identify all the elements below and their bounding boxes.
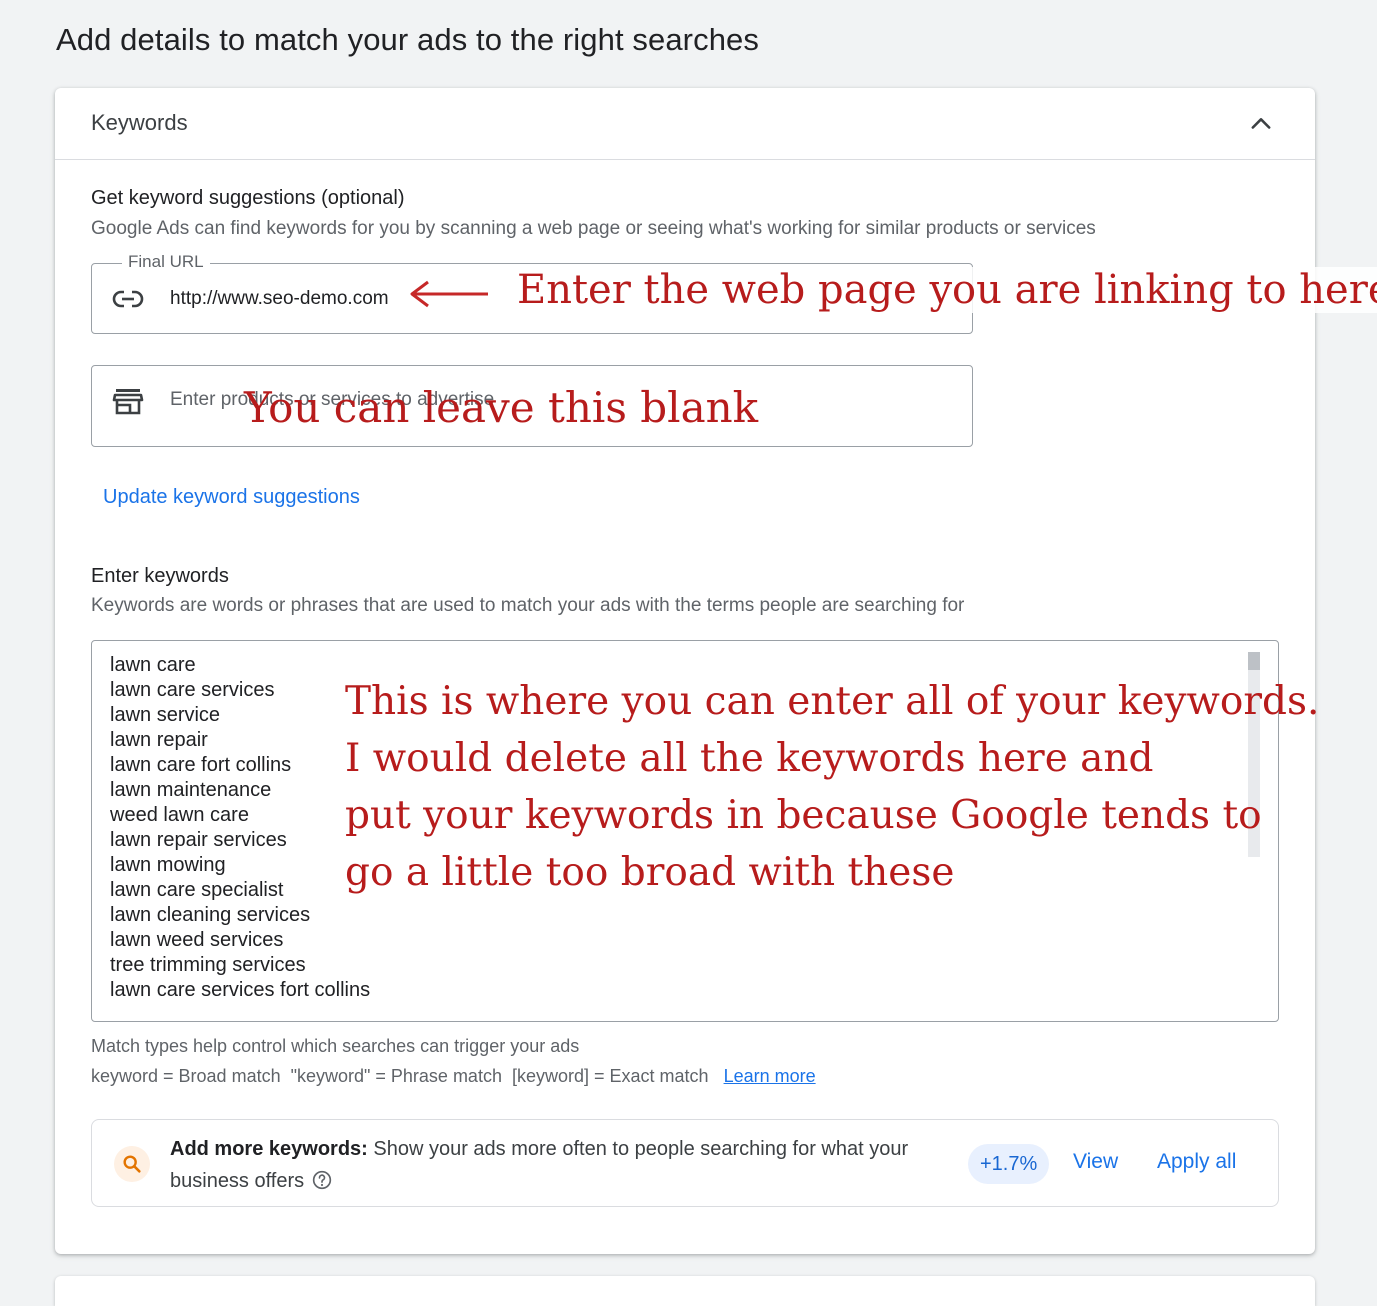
suggestions-title: Get keyword suggestions (optional): [91, 187, 405, 209]
storefront-icon: [112, 389, 144, 415]
update-suggestions-link[interactable]: Update keyword suggestions: [103, 486, 360, 509]
keyword-item: lawn cleaning services: [110, 904, 311, 926]
add-more-bold: Add more keywords:: [170, 1138, 368, 1160]
keywords-annotation-line: I would delete all the keywords here and: [345, 736, 1154, 781]
keyword-item: lawn weed services: [110, 929, 284, 951]
keyword-item: lawn repair services: [110, 829, 287, 851]
card-header[interactable]: Keywords: [55, 88, 1315, 160]
keyword-item: lawn care specialist: [110, 879, 284, 901]
keywords-list: lawn care lawn care services lawn service l…: [110, 653, 370, 1013]
keywords-annotation: This is where you can enter all of your …: [345, 673, 1319, 901]
enter-keywords-title: Enter keywords: [91, 565, 229, 587]
collapse-button[interactable]: [1243, 106, 1279, 142]
keyword-item: lawn care: [110, 654, 196, 676]
link-icon: [112, 290, 144, 308]
keywords-annotation-line: go a little too broad with these: [345, 850, 955, 895]
apply-all-button[interactable]: Apply all: [1157, 1150, 1236, 1174]
blank-annotation: You can leave this blank: [244, 383, 759, 432]
suggestion-icon-wrap: [114, 1146, 150, 1182]
help-icon[interactable]: [312, 1170, 332, 1190]
keyword-item: lawn care services: [110, 679, 275, 701]
enter-keywords-description: Keywords are words or phrases that are u…: [91, 595, 965, 616]
match-types-text: keyword = Broad match "keyword" = Phrase…: [91, 1066, 709, 1086]
add-more-keywords-card: Add more keywords: Show your ads more of…: [91, 1119, 1279, 1207]
match-types-hint: Match types help control which searches …: [91, 1036, 580, 1056]
search-icon: [123, 1155, 141, 1173]
keyword-item: tree trimming services: [110, 954, 306, 976]
keyword-item: lawn care services fort collins: [110, 979, 371, 1001]
keyword-item: lawn repair: [110, 729, 208, 751]
keyword-item: lawn maintenance: [110, 779, 272, 801]
learn-more-link[interactable]: Learn more: [724, 1066, 816, 1086]
improvement-badge: +1.7%: [968, 1144, 1050, 1184]
suggestions-description: Google Ads can find keywords for you by …: [91, 218, 1096, 239]
card-title: Keywords: [91, 110, 188, 135]
final-url-value: http://www.seo-demo.com: [170, 288, 389, 309]
view-button[interactable]: View: [1073, 1150, 1118, 1174]
chevron-up-icon: [1251, 118, 1271, 129]
keyword-item: lawn mowing: [110, 854, 226, 876]
keyword-item: lawn care fort collins: [110, 754, 292, 776]
arrow-left-icon: [410, 280, 488, 308]
keywords-annotation-line: This is where you can enter all of your …: [345, 679, 1320, 724]
url-annotation: Enter the web page you are linking to he…: [517, 267, 1377, 313]
next-card: [55, 1276, 1315, 1306]
add-more-text: Add more keywords: Show your ads more of…: [170, 1133, 970, 1197]
page-title: Add details to match your ads to the rig…: [56, 22, 759, 57]
scroll-thumb[interactable]: [1248, 652, 1260, 670]
match-types-legend: keyword = Broad match "keyword" = Phrase…: [91, 1066, 816, 1087]
keyword-item: weed lawn care: [110, 804, 249, 826]
keywords-annotation-line: put your keywords in because Google tend…: [345, 793, 1262, 838]
final-url-label: Final URL: [122, 252, 210, 272]
keyword-item: lawn service: [110, 704, 221, 726]
